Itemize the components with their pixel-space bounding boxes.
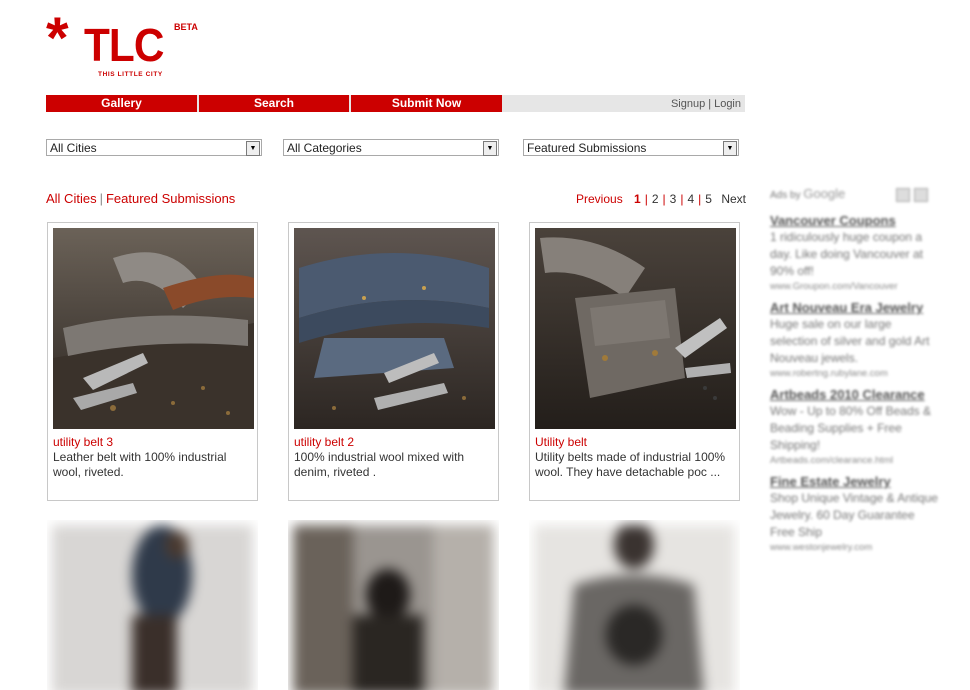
breadcrumb-section[interactable]: Featured Submissions	[106, 191, 235, 206]
city-select-value: All Cities	[50, 141, 97, 155]
submission-description: 100% industrial wool mixed with denim, r…	[294, 450, 465, 479]
chevron-down-icon: ▼	[483, 141, 497, 156]
tab-gallery[interactable]: Gallery	[46, 95, 197, 112]
ad-headline[interactable]: Art Nouveau Era Jewelry	[770, 299, 940, 316]
logo-word: TLC	[84, 19, 164, 71]
ad-body: 1 ridiculously huge coupon a day. Like d…	[770, 230, 923, 278]
chevron-down-icon: ▼	[246, 141, 260, 156]
ad-url[interactable]: www.westonjewelry.com	[770, 541, 940, 554]
ad-item[interactable]: Vancouver Coupons 1 ridiculously huge co…	[770, 212, 940, 293]
category-select[interactable]: All Categories ▼	[283, 139, 499, 156]
submission-photo[interactable]	[53, 228, 254, 429]
breadcrumb-separator: |	[99, 191, 103, 206]
submission-title[interactable]: Utility belt	[535, 435, 587, 449]
pager-separator: |	[698, 192, 702, 206]
submission-card[interactable]: utility belt 3 Leather belt with 100% in…	[47, 222, 258, 501]
chevron-down-icon: ▼	[723, 141, 737, 156]
submission-card-blurred[interactable]	[288, 520, 499, 690]
ad-item[interactable]: Art Nouveau Era Jewelry Huge sale on our…	[770, 299, 940, 380]
breadcrumb-city[interactable]: All Cities	[46, 191, 97, 206]
tab-submit-now[interactable]: Submit Now	[351, 95, 502, 112]
ad-body: Huge sale on our large selection of silv…	[770, 317, 930, 365]
ad-item[interactable]: Artbeads 2010 Clearance Wow - Up to 80% …	[770, 386, 940, 467]
submission-card-blurred[interactable]	[529, 520, 740, 690]
submission-description: Leather belt with 100% industrial wool, …	[53, 450, 227, 479]
submission-description: Utility belts made of industrial 100% wo…	[535, 450, 726, 479]
ad-headline[interactable]: Artbeads 2010 Clearance	[770, 386, 940, 403]
sort-select[interactable]: Featured Submissions ▼	[523, 139, 739, 156]
submission-photo[interactable]	[535, 228, 736, 429]
breadcrumb: All Cities | Featured Submissions	[46, 191, 235, 206]
ads-next-icon[interactable]	[914, 188, 928, 202]
ads-sidebar: Ads by Google Vancouver Coupons 1 ridicu…	[770, 186, 940, 554]
submission-photo[interactable]	[293, 525, 494, 690]
submission-photo[interactable]	[534, 521, 735, 690]
ad-body: Wow - Up to 80% Off Beads & Beading Supp…	[770, 404, 931, 452]
pager-separator: |	[662, 192, 666, 206]
tab-search[interactable]: Search	[199, 95, 349, 112]
beta-badge: BETA	[174, 22, 198, 32]
submission-title[interactable]: utility belt 3	[53, 435, 113, 449]
ads-header: Ads by Google	[770, 186, 940, 206]
submission-title[interactable]: utility belt 2	[294, 435, 354, 449]
pager-page-5[interactable]: 5	[705, 192, 712, 206]
ads-prev-icon[interactable]	[896, 188, 910, 202]
ads-label: Ads by	[770, 190, 801, 201]
submission-card-blurred[interactable]	[47, 520, 258, 690]
signup-link[interactable]: Signup	[671, 98, 705, 110]
submission-card[interactable]: utility belt 2 100% industrial wool mixe…	[288, 222, 499, 501]
pager-separator: |	[644, 192, 648, 206]
ad-url[interactable]: www.Groupon.com/Vancouver	[770, 280, 940, 293]
auth-links: Signup | Login	[671, 95, 741, 112]
ad-url[interactable]: www.robertng.rubylane.com	[770, 367, 940, 380]
ad-url[interactable]: Artbeads.com/clearance.html	[770, 454, 940, 467]
ad-body: Shop Unique Vintage & Antique Jewelry. 6…	[770, 491, 938, 539]
pager-separator: |	[680, 192, 684, 206]
ad-item[interactable]: Fine Estate Jewelry Shop Unique Vintage …	[770, 473, 940, 554]
ads-brand: Google	[803, 186, 846, 201]
logo-star: *	[46, 6, 69, 71]
pager-page-1[interactable]: 1	[634, 192, 641, 206]
ad-headline[interactable]: Fine Estate Jewelry	[770, 473, 940, 490]
submission-photo[interactable]	[294, 228, 495, 429]
ad-headline[interactable]: Vancouver Coupons	[770, 212, 940, 229]
pagination: Previous 1 | 2 | 3 | 4 | 5 Next	[576, 192, 746, 206]
site-logo[interactable]: * TLC BETA THIS LITTLE CITY	[46, 10, 206, 84]
pager-page-2[interactable]: 2	[652, 192, 659, 206]
pager-next[interactable]: Next	[721, 192, 746, 206]
sort-select-value: Featured Submissions	[527, 141, 647, 155]
category-select-value: All Categories	[287, 141, 362, 155]
submission-card[interactable]: Utility belt Utility belts made of indus…	[529, 222, 740, 501]
auth-separator: |	[708, 98, 712, 110]
submission-photo[interactable]	[52, 525, 253, 690]
login-link[interactable]: Login	[714, 98, 741, 110]
logo-tagline: THIS LITTLE CITY	[98, 71, 163, 78]
pager-previous[interactable]: Previous	[576, 192, 623, 206]
city-select[interactable]: All Cities ▼	[46, 139, 262, 156]
main-nav: Gallery Search Submit Now Signup | Login	[46, 95, 745, 112]
